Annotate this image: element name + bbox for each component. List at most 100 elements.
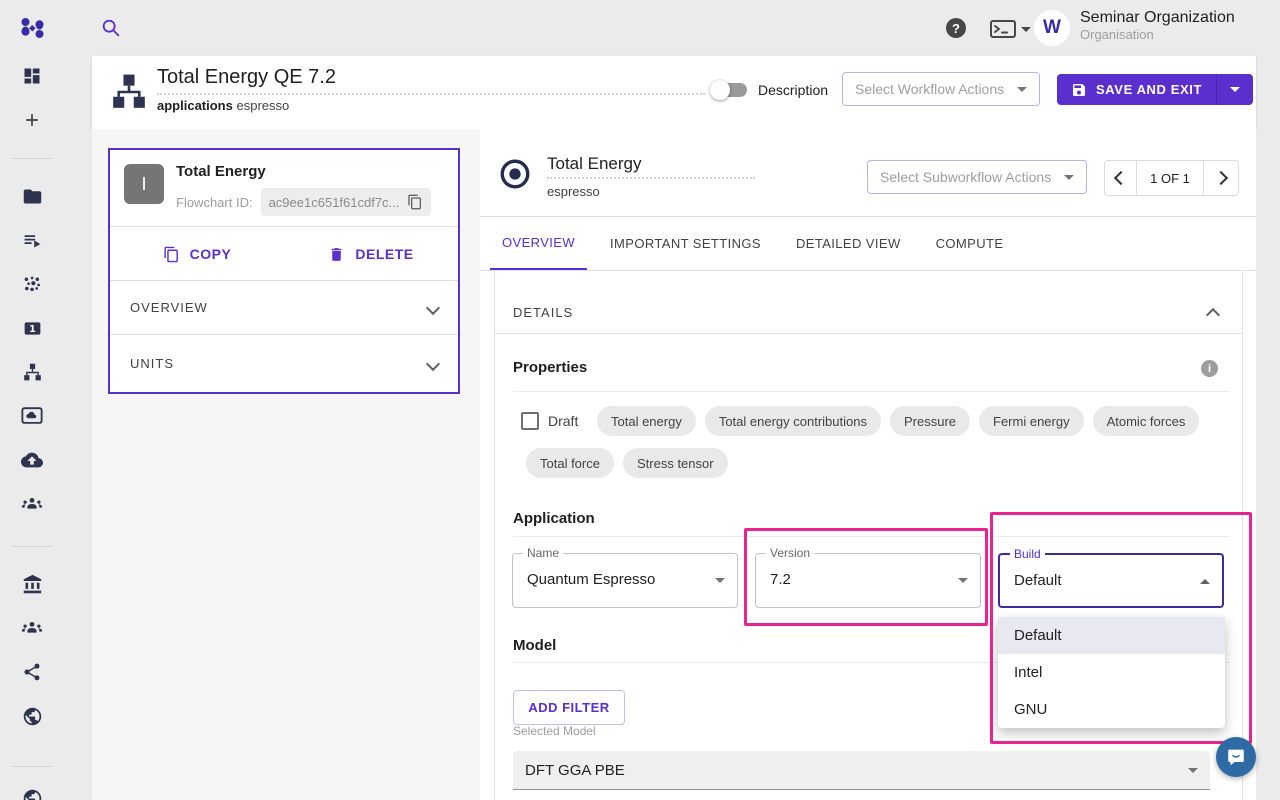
sidebar-item-unit-bank-icon[interactable]: 1 bbox=[20, 316, 44, 340]
subworkflow-pagination: 1 OF 1 bbox=[1104, 160, 1239, 196]
avatar[interactable]: W bbox=[1034, 10, 1070, 46]
chevron-right-icon bbox=[1214, 171, 1228, 185]
draft-label: Draft bbox=[548, 413, 578, 429]
accordion-overview[interactable]: OVERVIEW bbox=[110, 280, 458, 334]
application-build-label: Build bbox=[1010, 547, 1045, 561]
sidebar-item-public-icon[interactable] bbox=[20, 704, 44, 728]
description-toggle[interactable] bbox=[713, 83, 747, 97]
application-version-value: 7.2 bbox=[770, 571, 791, 588]
chat-bubble-icon bbox=[1225, 746, 1247, 768]
svg-text:1: 1 bbox=[29, 324, 36, 335]
terminal-icon bbox=[990, 20, 1016, 38]
details-collapse-button[interactable] bbox=[1208, 310, 1218, 320]
sidebar-item-workflows-icon[interactable] bbox=[20, 360, 44, 384]
sidebar-divider bbox=[12, 766, 52, 767]
application-version-label: Version bbox=[766, 546, 814, 560]
info-icon[interactable]: i bbox=[1201, 360, 1218, 377]
tab-overview[interactable]: OVERVIEW bbox=[490, 217, 587, 270]
copy-icon[interactable] bbox=[407, 194, 423, 210]
tab-compute[interactable]: COMPUTE bbox=[924, 217, 1016, 270]
flowchart-id-box[interactable]: ac9ee1c651f61cdf7c... bbox=[261, 188, 432, 216]
chevron-down-icon bbox=[1017, 87, 1027, 92]
sidebar-item-materials-icon[interactable] bbox=[20, 272, 44, 296]
app-logo-icon[interactable] bbox=[18, 14, 46, 42]
save-and-exit-button[interactable]: SAVE AND EXIT bbox=[1057, 74, 1253, 105]
workflow-title[interactable]: Total Energy QE 7.2 bbox=[157, 66, 336, 89]
property-chip[interactable]: Fermi energy bbox=[979, 406, 1084, 436]
unit-card[interactable]: I Total Energy Flowchart ID: ac9ee1c651f… bbox=[108, 148, 460, 394]
build-option-intel[interactable]: Intel bbox=[998, 654, 1225, 691]
flowchart-id-row: Flowchart ID: ac9ee1c651f61cdf7c... bbox=[176, 188, 431, 216]
chevron-down-icon bbox=[1230, 87, 1240, 92]
application-name-select[interactable]: Name Quantum Espresso bbox=[512, 553, 738, 608]
application-build-select[interactable]: Build Default bbox=[998, 553, 1224, 608]
org-switcher[interactable]: Seminar Organization Organisation bbox=[1080, 9, 1235, 42]
add-filter-button[interactable]: ADD FILTER bbox=[513, 690, 625, 725]
subworkflow-actions-select-value: Select Subworkflow Actions bbox=[880, 169, 1051, 185]
chevron-down-icon bbox=[426, 300, 440, 314]
tab-detailed-view[interactable]: DETAILED VIEW bbox=[784, 217, 913, 270]
sidebar-divider bbox=[12, 546, 52, 547]
property-chip[interactable]: Stress tensor bbox=[623, 448, 728, 478]
copy-icon bbox=[163, 246, 180, 263]
draft-checkbox[interactable] bbox=[521, 412, 539, 430]
sidebar-item-share-icon[interactable] bbox=[20, 660, 44, 684]
sidebar-item-organization-icon[interactable] bbox=[20, 572, 44, 596]
trash-icon bbox=[328, 246, 345, 263]
property-chip[interactable]: Total force bbox=[526, 448, 614, 478]
subworkflow-radio-icon bbox=[498, 157, 532, 191]
unit-title: Total Energy bbox=[176, 163, 266, 180]
property-chip[interactable]: Atomic forces bbox=[1093, 406, 1200, 436]
chevron-down-icon bbox=[715, 578, 725, 583]
save-options-arrow-button[interactable] bbox=[1216, 74, 1253, 105]
terminal-caret-icon bbox=[1021, 27, 1031, 32]
sidebar-item-projects-icon[interactable] bbox=[20, 184, 44, 208]
property-chip[interactable]: Total energy bbox=[597, 406, 696, 436]
save-icon bbox=[1071, 82, 1087, 98]
workflow-title-underline bbox=[157, 93, 705, 95]
property-chip-row: Total force Stress tensor bbox=[526, 448, 728, 478]
content-right-border bbox=[1242, 270, 1243, 800]
sidebar-item-org-team-icon[interactable] bbox=[20, 616, 44, 640]
org-name: Seminar Organization bbox=[1080, 9, 1235, 27]
search-icon[interactable] bbox=[100, 17, 122, 39]
model-title: Model bbox=[513, 637, 556, 654]
sidebar-item-add-icon[interactable] bbox=[20, 108, 44, 132]
selected-model-select[interactable]: DFT GGA PBE bbox=[513, 751, 1210, 790]
properties-divider bbox=[513, 391, 1230, 392]
help-icon[interactable]: ? bbox=[946, 18, 966, 38]
sidebar-item-team-icon[interactable] bbox=[20, 492, 44, 516]
accordion-units[interactable]: UNITS bbox=[110, 334, 458, 392]
workflow-actions-select[interactable]: Select Workflow Actions bbox=[842, 72, 1040, 106]
sidebar-item-dashboard-icon[interactable] bbox=[20, 64, 44, 88]
build-option-gnu[interactable]: GNU bbox=[998, 691, 1225, 728]
sidebar-item-flashcards-icon[interactable] bbox=[20, 404, 44, 428]
toggle-knob bbox=[710, 80, 730, 100]
property-chip[interactable]: Total energy contributions bbox=[705, 406, 881, 436]
sidebar-item-jobs-icon[interactable] bbox=[20, 228, 44, 252]
build-option-default[interactable]: Default bbox=[998, 617, 1225, 654]
subworkflow-title[interactable]: Total Energy bbox=[547, 154, 642, 174]
sidebar-item-cloud-upload-icon[interactable] bbox=[20, 448, 44, 472]
pagination-prev-button[interactable] bbox=[1104, 160, 1137, 196]
delete-unit-button[interactable]: DELETE bbox=[284, 227, 458, 281]
chevron-down-icon bbox=[426, 356, 440, 370]
application-version-select[interactable]: Version 7.2 bbox=[755, 553, 981, 608]
pagination-next-button[interactable] bbox=[1203, 160, 1239, 196]
property-chip[interactable]: Pressure bbox=[890, 406, 970, 436]
workflow-hierarchy-icon bbox=[110, 70, 148, 114]
subworkflow-title-underline bbox=[547, 177, 755, 179]
app-window: ? W Seminar Organization Organisation bbox=[0, 0, 1280, 800]
subworkflow-actions-select[interactable]: Select Subworkflow Actions bbox=[867, 160, 1087, 194]
application-name-label: Name bbox=[523, 546, 563, 560]
top-bar: ? W Seminar Organization Organisation bbox=[0, 0, 1280, 56]
application-build-value: Default bbox=[1014, 572, 1062, 589]
sidebar-item-explore-icon[interactable] bbox=[20, 786, 44, 800]
application-title: Application bbox=[513, 510, 595, 527]
terminal-menu[interactable] bbox=[990, 20, 1031, 38]
copy-unit-button[interactable]: COPY bbox=[110, 227, 284, 281]
chat-launcher-button[interactable] bbox=[1216, 737, 1256, 777]
org-type: Organisation bbox=[1080, 27, 1235, 42]
tab-important-settings[interactable]: IMPORTANT SETTINGS bbox=[598, 217, 773, 270]
build-dropdown-menu: Default Intel GNU bbox=[998, 617, 1225, 728]
